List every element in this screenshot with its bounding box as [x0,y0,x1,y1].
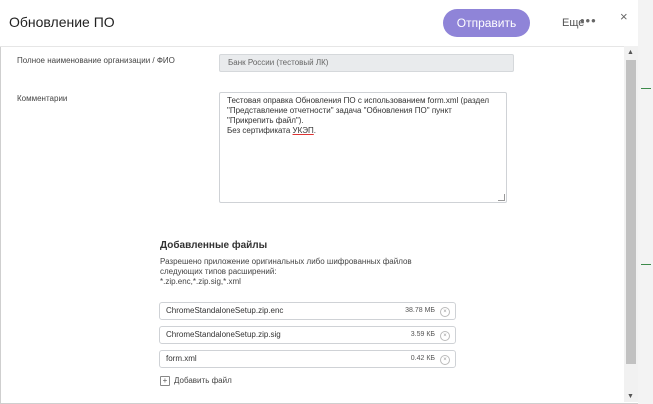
remove-file-icon[interactable]: × [440,355,450,365]
file-name: ChromeStandaloneSetup.zip.sig [166,330,281,339]
page-divider [641,88,651,89]
resize-handle-icon[interactable] [498,194,505,201]
plus-icon: + [160,376,170,386]
org-name-label: Полное наименование организации / ФИО [17,56,175,65]
file-row: form.xml 0.42 КБ × [159,350,456,368]
file-size: 38.78 МБ [405,307,435,314]
file-row: ChromeStandaloneSetup.zip.enc 38.78 МБ × [159,302,456,320]
page-divider [641,264,651,265]
close-icon[interactable]: × [620,9,628,24]
add-file-button[interactable]: + Добавить файл [160,376,232,386]
comment-textarea[interactable]: Тестовая оправка Обновления ПО с использ… [219,92,507,203]
file-name: form.xml [166,354,197,363]
scroll-up-icon[interactable]: ▲ [627,49,634,56]
scroll-down-icon[interactable]: ▼ [627,393,634,400]
remove-file-icon[interactable]: × [440,307,450,317]
file-size: 3.59 КБ [410,331,435,338]
comment-end: . [313,126,316,135]
comment-text: Тестовая оправка Обновления ПО с использ… [227,96,499,136]
org-name-field: Банк России (тестовый ЛК) [219,54,514,72]
file-row: ChromeStandaloneSetup.zip.sig 3.59 КБ × [159,326,456,344]
attached-files-title: Добавленные файлы [160,240,268,251]
comment-body: Тестовая оправка Обновления ПО с использ… [227,96,490,135]
background-page-edge [638,0,653,404]
comment-label: Комментарии [17,94,68,103]
scrollbar-thumb[interactable] [626,60,636,364]
vertical-scrollbar[interactable]: ▲ ▼ [624,46,638,402]
modal-header: Обновление ПО Отправить Еще ••• × [0,0,638,47]
comment-abbr: УКЭП [292,126,314,135]
file-size: 0.42 КБ [410,355,435,362]
allowed-extensions-text: Разрешено приложение оригинальных либо ш… [160,257,412,286]
add-file-label: Добавить файл [174,376,232,386]
send-button[interactable]: Отправить [443,9,530,37]
more-dots-icon[interactable]: ••• [580,13,597,28]
modal-title: Обновление ПО [9,14,115,30]
remove-file-icon[interactable]: × [440,331,450,341]
file-name: ChromeStandaloneSetup.zip.enc [166,306,284,315]
